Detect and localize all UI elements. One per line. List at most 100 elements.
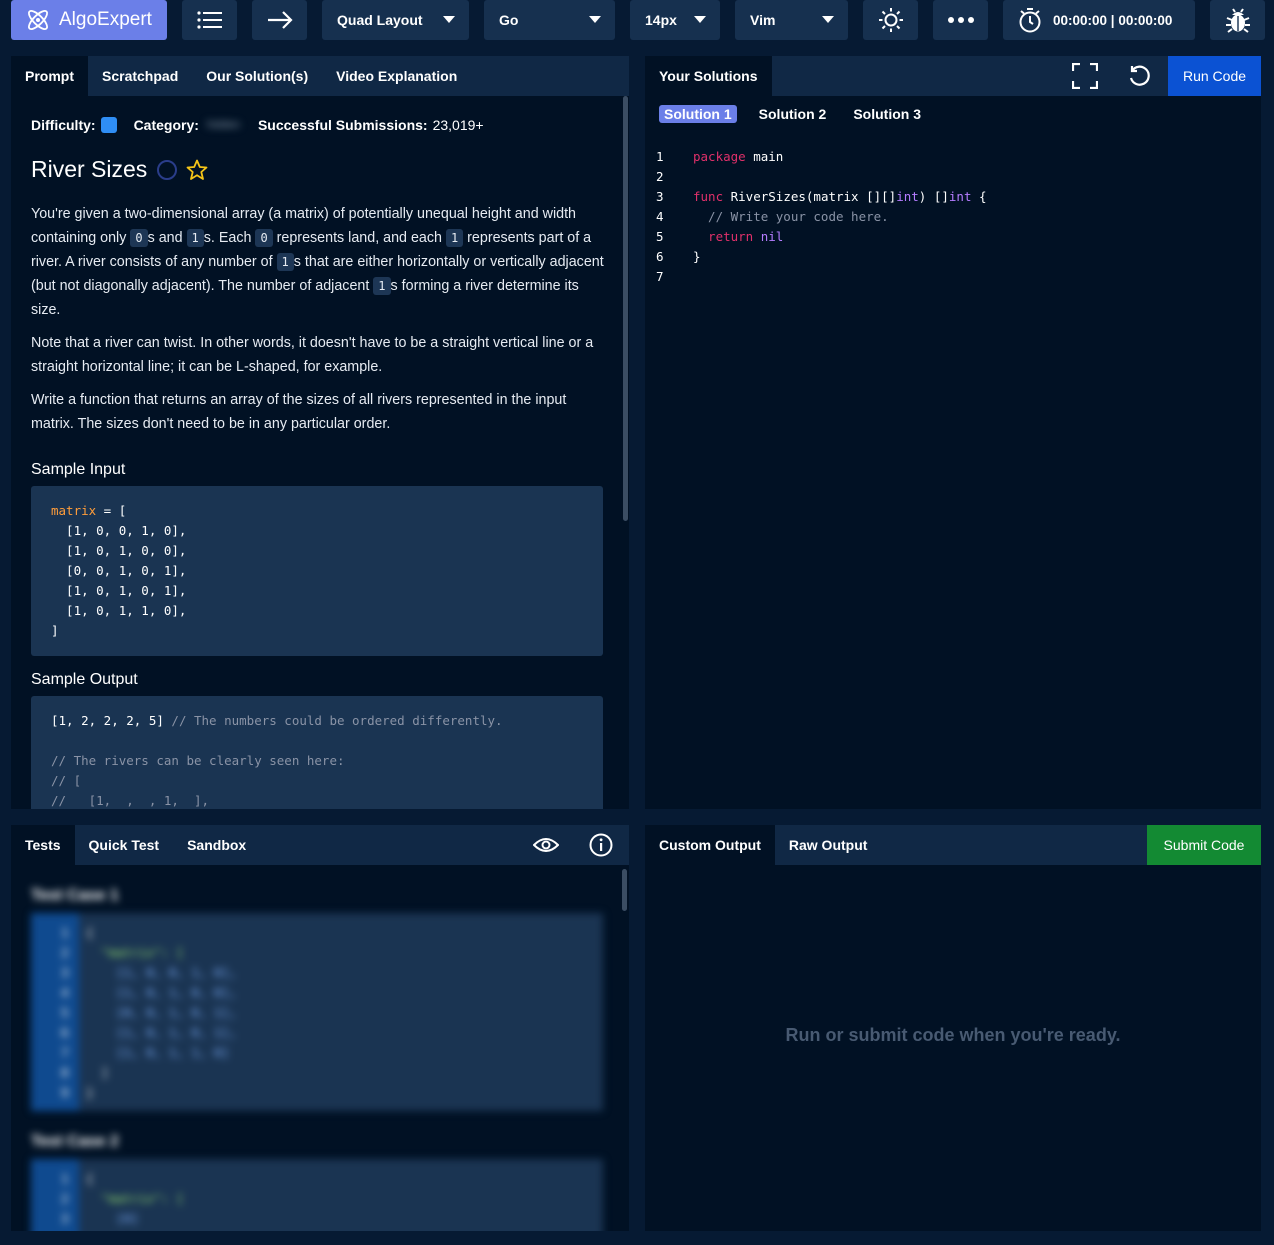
report-bug-button[interactable] <box>1210 0 1265 40</box>
arrow-right-icon <box>267 11 293 29</box>
test-case-2-block: 1 2 3 { "matrix": [ [0] <box>31 1159 603 1231</box>
next-question-button[interactable] <box>252 0 307 40</box>
sample-output-block: [1, 2, 2, 2, 5] // The numbers could be … <box>31 696 603 809</box>
code-line: ] <box>51 623 59 638</box>
test-case-1-block: 1 2 3 4 5 6 7 8 9 { "matrix": [ [1, 0, 0… <box>31 913 603 1111</box>
prompt-paragraph: Write a function that returns an array o… <box>31 392 567 432</box>
tab-solution-2[interactable]: Solution 2 <box>759 106 827 122</box>
tab-solution-1[interactable]: Solution 1 <box>659 105 737 123</box>
code-line: // [ <box>51 773 82 788</box>
tab-prompt[interactable]: Prompt <box>11 56 88 96</box>
tab-solution-3[interactable]: Solution 3 <box>853 106 921 122</box>
info-icon[interactable] <box>589 833 613 857</box>
stopwatch-icon <box>1019 8 1041 33</box>
solution-tabs: Solution 1 Solution 2 Solution 3 <box>659 105 921 123</box>
tab-quick-test[interactable]: Quick Test <box>75 825 174 865</box>
reset-icon <box>1129 65 1150 86</box>
code-line: return nil <box>693 229 784 244</box>
tab-scratchpad[interactable]: Scratchpad <box>88 56 192 96</box>
test-case-2-label[interactable]: Test Case 2 <box>31 1133 119 1151</box>
fullscreen-button[interactable] <box>1070 56 1100 96</box>
code-line: [1, 0, 1, 0, 1], <box>51 583 187 598</box>
fullscreen-icon <box>1072 63 1098 89</box>
language-dropdown[interactable]: Go <box>484 0 615 40</box>
prompt-paragraph: Note that a river can twist. In other wo… <box>31 335 594 375</box>
logo-text: AlgoExpert <box>59 9 152 30</box>
tab-custom-output[interactable]: Custom Output <box>645 825 775 865</box>
sample-output-heading: Sample Output <box>31 671 138 688</box>
tests-scrollbar[interactable] <box>622 869 627 911</box>
code-line: [1, 2, 2, 2, 5] // The numbers could be … <box>51 713 503 728</box>
line-numbers: 1 2 3 4 5 6 7 <box>656 147 676 287</box>
algoexpert-logo[interactable]: AlgoExpert <box>11 0 167 40</box>
empty-output-message: Run or submit code when you're ready. <box>785 1025 1121 1045</box>
submissions-value: 23,019+ <box>432 117 484 133</box>
inline-code: 1 <box>276 253 294 271</box>
chevron-down-icon <box>694 16 706 23</box>
reset-code-button[interactable] <box>1125 56 1155 96</box>
tab-your-solutions[interactable]: Your Solutions <box>645 56 772 96</box>
sample-input-heading: Sample Input <box>31 461 126 478</box>
top-toolbar: AlgoExpert Quad Layout Go 14px Vim 00:00… <box>0 0 1274 41</box>
code-line: // [1, , , 1, ], <box>51 793 210 808</box>
atom-icon <box>28 10 48 30</box>
inline-code: 1 <box>186 229 204 247</box>
code-line: matrix = [ <box>51 503 127 518</box>
timer-button[interactable]: 00:00:00 | 00:00:00 <box>1003 0 1195 40</box>
star-icon[interactable] <box>186 159 208 181</box>
bug-icon <box>1225 8 1250 33</box>
question-title-row: River Sizes <box>31 156 208 183</box>
more-icon <box>947 17 974 23</box>
question-meta: Difficulty: Category: hidden Successful … <box>31 116 484 134</box>
more-options-button[interactable] <box>933 0 988 40</box>
prompt-body: You're given a two-dimensional array (a … <box>31 202 606 436</box>
tab-sandbox[interactable]: Sandbox <box>173 825 260 865</box>
code-editor[interactable]: package main func RiverSizes(matrix [][]… <box>693 147 1248 787</box>
sample-input-block: matrix = [ [1, 0, 0, 1, 0], [1, 0, 1, 0,… <box>31 486 603 656</box>
prompt-scrollbar[interactable] <box>623 96 628 521</box>
sun-icon <box>878 8 903 32</box>
code-line: // The rivers can be clearly seen here: <box>51 753 345 768</box>
inline-code: 0 <box>255 229 273 247</box>
run-code-button[interactable]: Run Code <box>1168 56 1261 96</box>
line-number: 6 <box>656 249 664 264</box>
tab-tests[interactable]: Tests <box>11 825 75 865</box>
line-number: 4 <box>656 209 664 224</box>
chevron-down-icon <box>822 16 834 23</box>
inline-code: 0 <box>130 229 148 247</box>
list-icon <box>196 11 222 29</box>
blurred-tests: Test Case 1 1 2 3 4 5 6 7 8 9 { "matrix"… <box>11 865 621 1231</box>
font-size-dropdown[interactable]: 14px <box>630 0 720 40</box>
list-button[interactable] <box>182 0 237 40</box>
test-case-1-label[interactable]: Test Case 1 <box>31 887 119 905</box>
difficulty-badge <box>100 117 117 133</box>
submissions-label: Successful Submissions: <box>257 117 428 133</box>
language-value: Go <box>499 12 519 28</box>
line-number: 2 <box>656 169 664 184</box>
code-line: } <box>693 249 701 264</box>
tab-raw-output[interactable]: Raw Output <box>775 825 882 865</box>
code-line: [1, 0, 0, 1, 0], <box>51 523 187 538</box>
tests-panel: Tests Quick Test Sandbox Test Case 1 1 2… <box>11 825 629 1231</box>
eye-icon[interactable] <box>533 836 559 854</box>
code-line: [0, 0, 1, 0, 1], <box>51 563 187 578</box>
difficulty-label: Difficulty: <box>31 117 96 133</box>
prompt-paragraph: You're given a two-dimensional array (a … <box>31 206 604 318</box>
submit-code-button[interactable]: Submit Code <box>1147 825 1261 865</box>
theme-toggle-button[interactable] <box>863 0 918 40</box>
chevron-down-icon <box>589 16 601 23</box>
solutions-panel: Your Solutions Run Code Solution 1 Solut… <box>645 56 1261 809</box>
keymap-dropdown[interactable]: Vim <box>735 0 848 40</box>
code-line: func RiverSizes(matrix [][]int) []int { <box>693 189 987 204</box>
tab-video-explanation[interactable]: Video Explanation <box>322 56 471 96</box>
code-line: package main <box>693 149 784 164</box>
font-size-value: 14px <box>645 12 677 28</box>
category-label: Category: <box>133 117 199 133</box>
output-panel: Custom Output Raw Output Submit Code Run… <box>645 825 1261 1231</box>
layout-dropdown[interactable]: Quad Layout <box>322 0 469 40</box>
line-number: 5 <box>656 229 664 244</box>
completion-circle-icon[interactable] <box>157 159 178 180</box>
tab-our-solutions[interactable]: Our Solution(s) <box>192 56 322 96</box>
